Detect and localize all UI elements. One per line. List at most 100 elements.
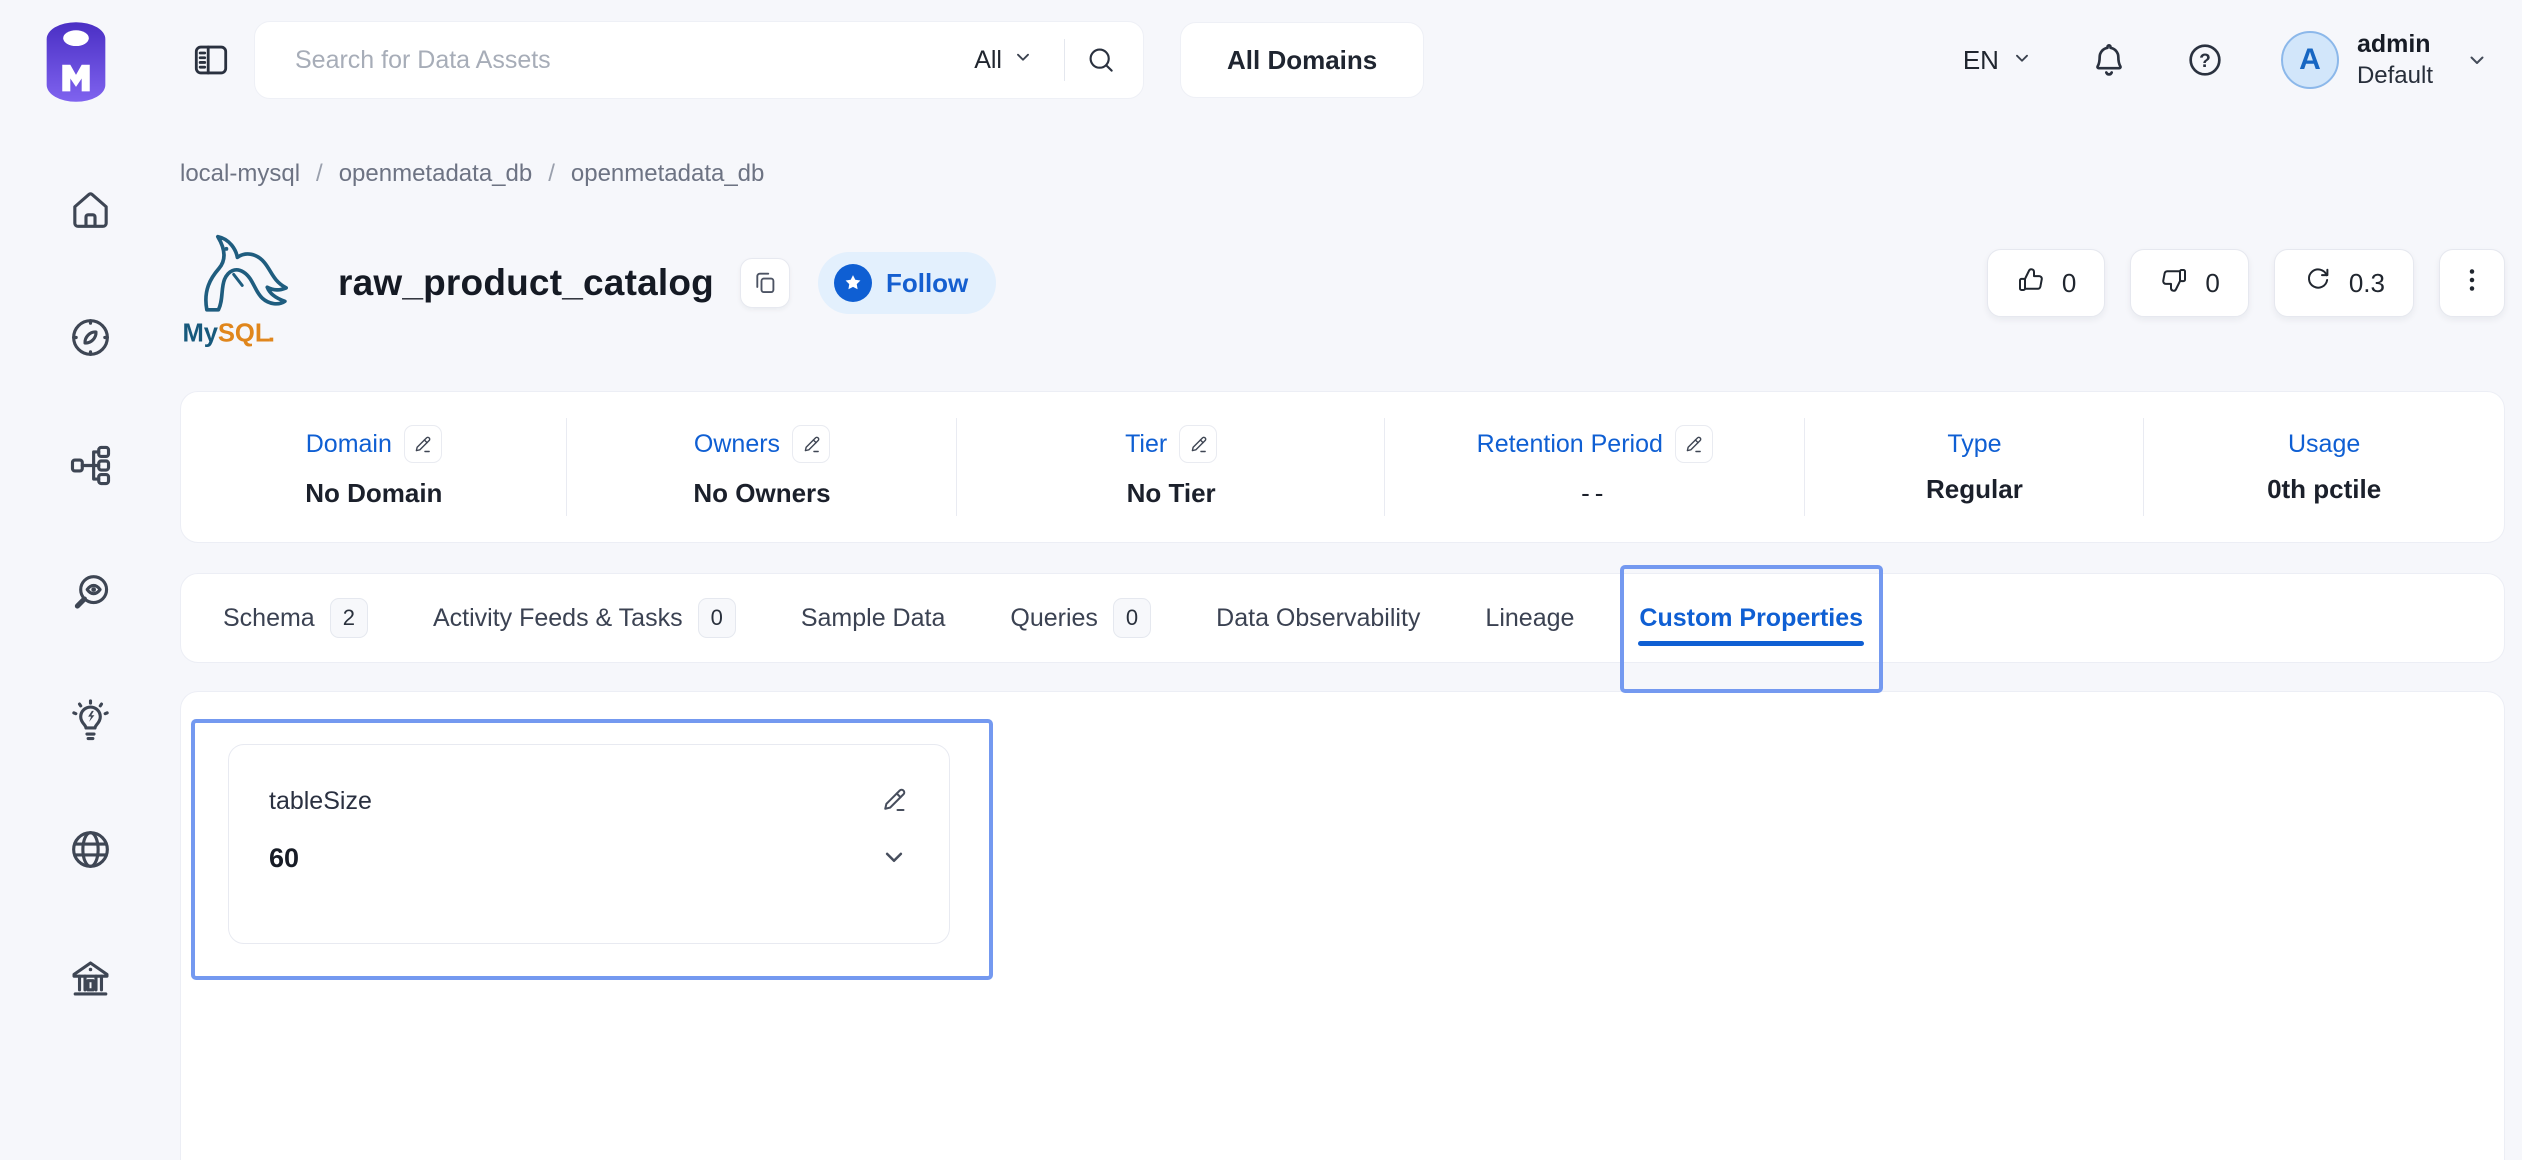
thumbs-down-icon bbox=[2159, 265, 2189, 302]
tab-queries[interactable]: Queries 0 bbox=[1006, 574, 1155, 662]
page-title: raw_product_catalog bbox=[338, 262, 714, 304]
detail-label: Type bbox=[1947, 430, 2001, 459]
tab-custom-properties[interactable]: Custom Properties bbox=[1635, 574, 1867, 662]
tab-label: Data Observability bbox=[1216, 604, 1420, 633]
detail-value: No Owners bbox=[693, 478, 830, 509]
global-search-bar: All bbox=[254, 21, 1144, 99]
kebab-icon bbox=[2457, 265, 2487, 302]
entity-actions: 0 0 0.3 bbox=[1987, 249, 2505, 317]
svg-text:SQL: SQL bbox=[218, 320, 271, 348]
copy-name-button[interactable] bbox=[740, 258, 790, 308]
search-scope-label: All bbox=[974, 46, 1002, 75]
breadcrumb-link[interactable]: local-mysql bbox=[180, 160, 300, 188]
tab-count-badge: 0 bbox=[1113, 598, 1151, 638]
svg-text:?: ? bbox=[2199, 51, 2211, 72]
breadcrumb: local-mysql/openmetadata_db/openmetadata… bbox=[180, 160, 2505, 188]
tab-count-badge: 0 bbox=[698, 598, 736, 638]
detail-label: Tier bbox=[1125, 430, 1167, 459]
edit-pencil-icon[interactable] bbox=[879, 785, 909, 818]
svg-text:My: My bbox=[182, 320, 218, 348]
chevron-down-icon bbox=[2465, 48, 2489, 72]
home-icon bbox=[67, 186, 114, 238]
entity-tabs: Schema2 Activity Feeds & Tasks 0 Sample Dat… bbox=[180, 573, 2505, 663]
detail-label: Owners bbox=[694, 430, 780, 459]
help-icon[interactable]: ? bbox=[2185, 40, 2225, 80]
more-options-button[interactable] bbox=[2439, 249, 2505, 317]
topbar-right-cluster: EN ? A admin Default bbox=[1963, 29, 2505, 90]
language-dropdown[interactable]: EN bbox=[1963, 45, 2033, 76]
entity-title-row: My SQL . raw_product_catalog Follow 0 0 bbox=[180, 216, 2505, 350]
version-refresh-icon bbox=[2303, 265, 2333, 302]
openmetadata-logo[interactable] bbox=[32, 14, 120, 110]
sidebar bbox=[0, 0, 180, 1160]
sidebar-item-explore[interactable] bbox=[60, 310, 120, 370]
detail-value: No Tier bbox=[1127, 478, 1216, 509]
tab-label: Custom Properties bbox=[1639, 604, 1863, 633]
upvote-count: 0 bbox=[2062, 268, 2076, 299]
avatar: A bbox=[2281, 31, 2339, 89]
explore-icon bbox=[67, 314, 114, 366]
tab-label: Activity Feeds & Tasks bbox=[433, 604, 683, 633]
openmetadata-app: All All Domains EN ? A bbox=[0, 0, 2522, 1160]
tab-label: Queries bbox=[1010, 604, 1098, 633]
detail-value: Regular bbox=[1926, 474, 2023, 505]
follow-button[interactable]: Follow bbox=[818, 252, 996, 314]
search-scope-dropdown[interactable]: All bbox=[964, 46, 1044, 75]
detail-usage: Usage 0th pctile bbox=[2144, 392, 2504, 542]
star-icon bbox=[834, 264, 872, 302]
tab-schema[interactable]: Schema2 bbox=[219, 574, 372, 662]
user-name: admin bbox=[2357, 29, 2433, 60]
user-menu[interactable]: A admin Default bbox=[2281, 29, 2489, 90]
property-card: tableSize 60 bbox=[228, 744, 950, 944]
breadcrumb-separator: / bbox=[316, 160, 323, 188]
detail-label: Domain bbox=[306, 430, 392, 459]
notifications-bell-icon[interactable] bbox=[2089, 40, 2129, 80]
language-label: EN bbox=[1963, 45, 1999, 76]
observability-icon bbox=[67, 570, 114, 622]
custom-properties-panel: tableSize 60 bbox=[180, 691, 2505, 1160]
user-names: admin Default bbox=[2357, 29, 2433, 90]
detail-retention-period: Retention Period -- bbox=[1385, 392, 1805, 542]
detail-type: Type Regular bbox=[1805, 392, 2145, 542]
chevron-down-icon[interactable] bbox=[879, 842, 909, 875]
sidebar-nav bbox=[0, 182, 180, 1010]
breadcrumb-link[interactable]: openmetadata_db bbox=[339, 160, 533, 188]
sidebar-item-govern[interactable] bbox=[60, 950, 120, 1010]
search-icon[interactable] bbox=[1085, 44, 1117, 76]
tab-sample-data[interactable]: Sample Data bbox=[797, 574, 950, 662]
govern-icon bbox=[67, 954, 114, 1006]
sidebar-item-observability[interactable] bbox=[60, 566, 120, 626]
detail-value: 0th pctile bbox=[2267, 474, 2381, 505]
edit-pencil-icon[interactable] bbox=[404, 425, 442, 463]
all-domains-button[interactable]: All Domains bbox=[1180, 22, 1424, 98]
edit-pencil-icon[interactable] bbox=[1675, 425, 1713, 463]
sidebar-item-services[interactable] bbox=[60, 438, 120, 498]
upvote-button[interactable]: 0 bbox=[1987, 249, 2105, 317]
chevron-down-icon bbox=[1012, 46, 1034, 75]
search-input[interactable] bbox=[295, 46, 964, 75]
sidebar-item-home[interactable] bbox=[60, 182, 120, 242]
sidebar-item-insights[interactable] bbox=[60, 694, 120, 754]
tab-lineage[interactable]: Lineage bbox=[1481, 574, 1578, 662]
edit-pencil-icon[interactable] bbox=[1179, 425, 1217, 463]
tab-data-observability[interactable]: Data Observability bbox=[1212, 574, 1424, 662]
sidebar-item-domains[interactable] bbox=[60, 822, 120, 882]
user-role: Default bbox=[2357, 61, 2433, 91]
tab-label: Lineage bbox=[1485, 604, 1574, 633]
services-icon bbox=[67, 442, 114, 494]
custom-properties-list: tableSize 60 bbox=[228, 744, 2457, 944]
tab-activity-feeds-tasks[interactable]: Activity Feeds & Tasks 0 bbox=[429, 574, 740, 662]
downvote-button[interactable]: 0 bbox=[2130, 249, 2248, 317]
sidebar-toggle-icon[interactable] bbox=[188, 37, 234, 83]
entity-details-bar: Domain No Domain Owners No Owners Tier N… bbox=[180, 391, 2505, 543]
tab-count-badge: 2 bbox=[330, 598, 368, 638]
breadcrumb-link[interactable]: openmetadata_db bbox=[571, 160, 765, 188]
chevron-down-icon bbox=[2011, 45, 2033, 76]
edit-pencil-icon[interactable] bbox=[792, 425, 830, 463]
top-bar: All All Domains EN ? A bbox=[180, 0, 2505, 120]
main-column: All All Domains EN ? A bbox=[180, 0, 2522, 1160]
search-divider bbox=[1064, 39, 1065, 81]
property-name: tableSize bbox=[269, 787, 372, 816]
version-number: 0.3 bbox=[2349, 268, 2385, 299]
version-history-button[interactable]: 0.3 bbox=[2274, 249, 2414, 317]
